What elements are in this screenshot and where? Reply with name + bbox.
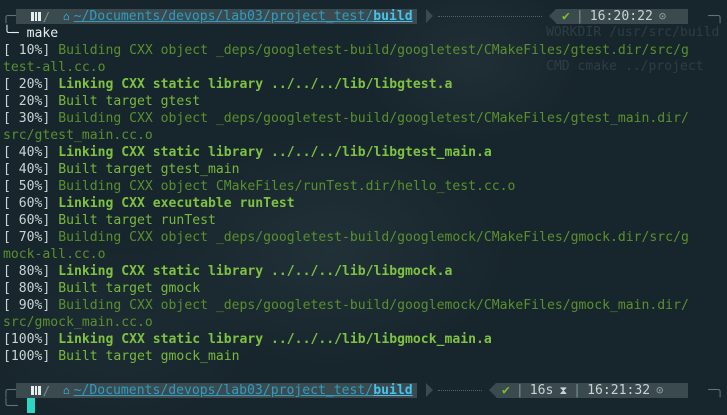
- folder-home-icon: ⌂: [63, 384, 70, 397]
- success-check-icon: ✔: [562, 9, 570, 24]
- prompt-corner-right-icon: ─╮: [708, 383, 724, 398]
- output-line: [ 50%] Building CXX object CMakeFiles/ru…: [3, 179, 516, 194]
- output-line: [ 40%] Built target gtest_main: [3, 162, 240, 177]
- path-segment: ⌂ ~/Documents/devops/lab03/project_test/…: [54, 383, 417, 398]
- status-segment: ✔ | 16s ⧗ | 16:21:32 ⊙: [496, 383, 688, 398]
- prompt-bar-2: ╭─ / ⌂ ~/Documents/devops/lab03/project_…: [0, 382, 727, 399]
- os-segment: /: [16, 9, 54, 24]
- time-label: 16:21:32: [587, 383, 651, 398]
- clock-icon: ⊙: [658, 9, 667, 23]
- os-icon: [31, 12, 41, 21]
- prompt-bar-1: ╭─ / ⌂ ~/Documents/devops/lab03/project_…: [0, 8, 727, 25]
- success-check-icon: ✔: [502, 383, 510, 398]
- output-line: [ 10%] Building CXX object _deps/googlet…: [3, 43, 689, 58]
- output-line: [ 30%] Building CXX object _deps/googlet…: [3, 111, 689, 126]
- time-label: 16:20:22: [589, 9, 653, 24]
- output-line: [100%] Built target gmock_main: [3, 349, 240, 364]
- clock-icon: ⊙: [656, 383, 664, 397]
- os-icon: [31, 386, 41, 395]
- output-line: [100%] Linking CXX static library ../../…: [3, 332, 492, 347]
- output-line: [ 20%] Built target gtest: [3, 94, 201, 109]
- prompt-corner-icon: ╭─: [2, 383, 18, 398]
- output-line: src/gtest_main.cc.o: [3, 128, 153, 143]
- path-segment: ⌂ ~/Documents/devops/lab03/project_test/…: [54, 9, 417, 24]
- output-line: [ 20%] Linking CXX static library ../../…: [3, 77, 453, 92]
- folder-home-icon: ⌂: [63, 10, 70, 23]
- dir-current[interactable]: build: [373, 382, 412, 399]
- output-line: [ 40%] Linking CXX static library ../../…: [3, 145, 492, 160]
- dir-current[interactable]: build: [373, 8, 412, 25]
- duration-label: 16s: [529, 383, 554, 398]
- output-line: [ 60%] Built target runTest: [3, 213, 216, 228]
- output-line: test-all.cc.o: [3, 60, 106, 75]
- prompt-corner-right-icon: ─╮: [708, 9, 724, 24]
- output-line: src/gmock_main.cc.o: [3, 315, 153, 330]
- output-line: [ 80%] Linking CXX static library ../../…: [3, 264, 453, 279]
- hourglass-icon: ⧗: [559, 384, 568, 397]
- output-line: mock-all.cc.o: [3, 247, 106, 262]
- output-line: [ 90%] Building CXX object _deps/googlet…: [3, 298, 689, 313]
- dir-path[interactable]: ~/Documents/devops/lab03/project_test/: [74, 8, 374, 25]
- command-line: ╰─ make: [3, 26, 59, 41]
- status-segment: ✔ | 16:20:22 ⊙: [556, 9, 688, 24]
- os-segment: /: [16, 383, 54, 398]
- prompt-corner-icon: ╭─: [2, 9, 18, 24]
- prompt-corner-bottom-icon: ╰─: [2, 399, 18, 414]
- output-line: [ 80%] Built target gmock: [3, 281, 201, 296]
- dir-path[interactable]: ~/Documents/devops/lab03/project_test/: [74, 382, 374, 399]
- command-text: make: [26, 26, 59, 41]
- output-line: [ 70%] Building CXX object _deps/googlet…: [3, 230, 689, 245]
- output-line: [ 60%] Linking CXX executable runTest: [3, 196, 295, 211]
- terminal-cursor[interactable]: [27, 398, 35, 413]
